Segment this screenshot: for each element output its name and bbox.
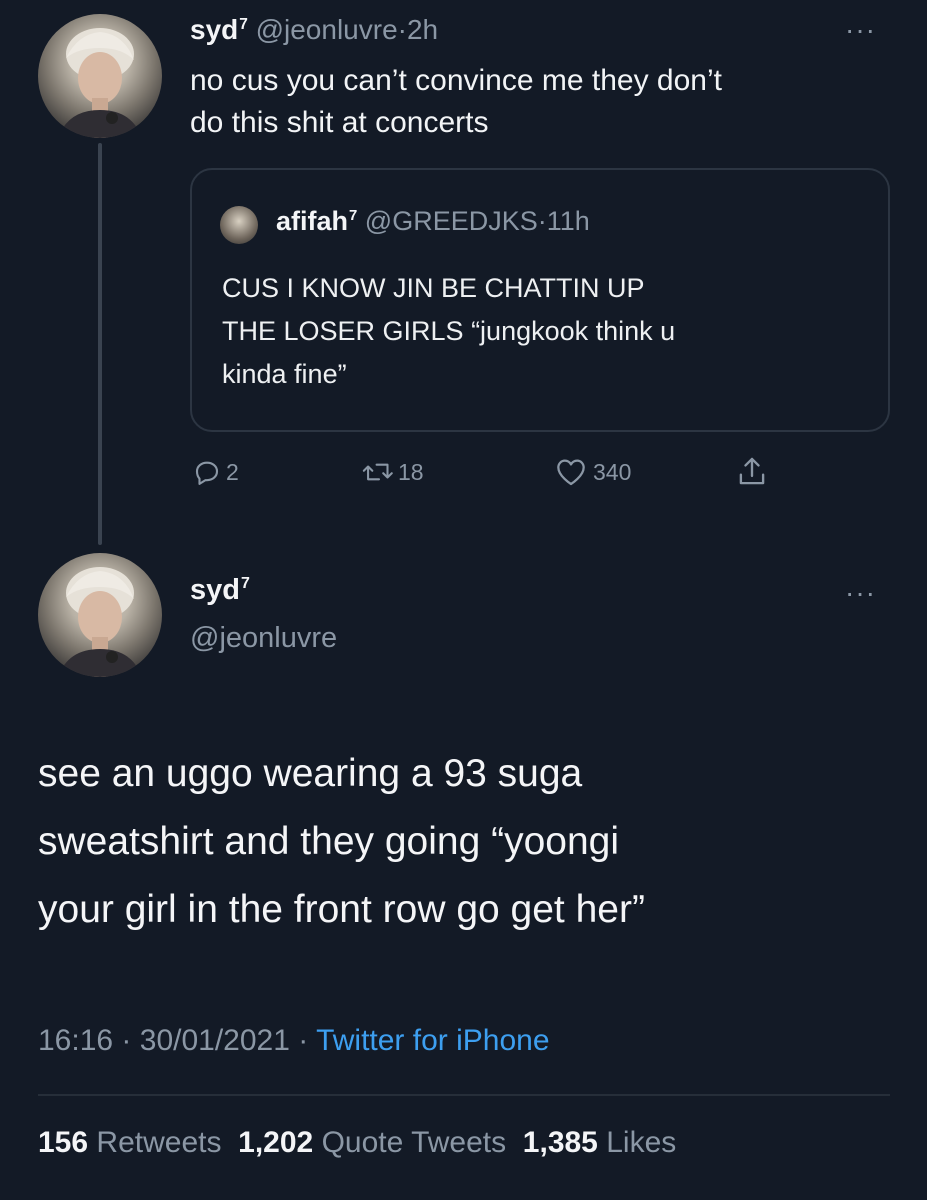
separator: · (537, 206, 547, 236)
like-button[interactable]: 340 (555, 457, 631, 487)
quote-timestamp: 11h (546, 206, 590, 236)
avatar[interactable] (38, 553, 162, 677)
tweet-meta: 16:16 · 30/01/2021 · Twitter for iPhone (38, 1024, 550, 1058)
retweet-icon (362, 463, 393, 481)
quote-header: afifah7 @GREEDJKS·11h (276, 206, 590, 237)
tweet1-header: syd7 @jeonluvre·2h (190, 14, 438, 46)
tweet-text: no cus you can’t convince me they don’t … (190, 64, 722, 139)
separator: · (121, 1024, 132, 1057)
tweet-text: see an uggo wearing a 93 suga sweatshirt… (38, 752, 645, 931)
separator: · (298, 1024, 309, 1057)
retweets-stat[interactable]: 156 Retweets (38, 1126, 221, 1159)
avatar[interactable] (38, 14, 162, 138)
handle[interactable]: @jeonluvre (256, 14, 398, 45)
handle[interactable]: @jeonluvre (190, 622, 337, 655)
reply-button[interactable]: 2 (192, 457, 239, 487)
separator: · (397, 14, 407, 45)
avatar-image (58, 567, 142, 677)
tweet-source-link[interactable]: Twitter for iPhone (316, 1024, 549, 1057)
quote-handle: @GREEDJKS (364, 206, 538, 236)
tweet-date[interactable]: 30/01/2021 (140, 1024, 290, 1057)
retweet-button[interactable]: 18 (362, 457, 424, 487)
thread-line (98, 143, 102, 545)
display-name[interactable]: syd7 (190, 574, 250, 607)
reply-icon (195, 461, 219, 485)
quote-avatar (220, 206, 258, 244)
quote-display-name: afifah7 (276, 206, 358, 236)
divider (38, 1094, 890, 1096)
retweet-count: 18 (398, 458, 424, 485)
share-icon (739, 457, 765, 485)
more-icon[interactable]: ··· (845, 579, 876, 607)
tweet-stats: 156 Retweets 1,202 Quote Tweets 1,385 Li… (38, 1126, 676, 1160)
share-button[interactable] (736, 455, 768, 489)
display-name[interactable]: syd7 (190, 14, 248, 45)
quote-text: CUS I KNOW JIN BE CHATTIN UP THE LOSER G… (222, 273, 676, 389)
timestamp[interactable]: 2h (407, 14, 438, 45)
likes-stat[interactable]: 1,385 Likes (523, 1126, 676, 1159)
like-count: 340 (593, 458, 632, 485)
quote-tweets-stat[interactable]: 1,202 Quote Tweets (238, 1126, 506, 1159)
tweet-time[interactable]: 16:16 (38, 1024, 113, 1057)
reply-count: 2 (226, 458, 239, 485)
avatar-image (58, 28, 142, 138)
more-icon[interactable]: ··· (845, 16, 876, 44)
heart-icon (557, 459, 585, 486)
